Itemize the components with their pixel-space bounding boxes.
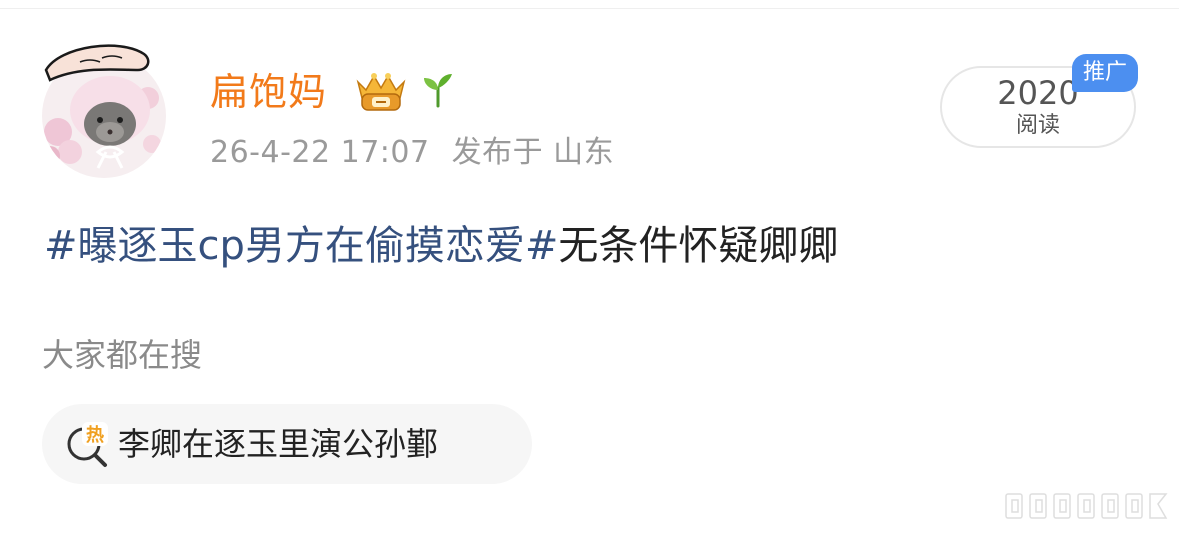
search-suggestion-label: 李卿在逐玉里演公孙鄞 — [118, 425, 439, 463]
hot-search-icon-text: 热 — [86, 424, 104, 446]
post-location: 发布于 山东 — [451, 135, 615, 170]
post-content: #曝逐玉cp男方在偷摸恋爱#无条件怀疑卿卿 — [44, 220, 838, 272]
author-avatar[interactable] — [40, 40, 168, 180]
search-suggestion-chip[interactable]: 热 李卿在逐玉里演公孙鄞 — [42, 404, 532, 484]
topic-link[interactable]: #曝逐玉cp男方在偷摸恋爱# — [44, 223, 558, 269]
post-timestamp: 26-4-22 17:07 — [210, 135, 430, 170]
read-label: 阅读 — [1015, 113, 1060, 138]
sprout-icon — [424, 74, 452, 108]
post-meta: 26-4-22 17:07 发布于 山东 — [210, 133, 614, 173]
search-section-heading: 大家都在搜 — [42, 336, 203, 374]
post-body: 无条件怀疑卿卿 — [558, 223, 839, 269]
top-divider — [0, 8, 1179, 9]
hot-search-icon: 热 — [67, 422, 108, 467]
vip-crown-badge-icon[interactable] — [352, 68, 410, 114]
author-name[interactable]: 扁饱妈 — [210, 70, 327, 114]
watermark-logo — [1005, 493, 1168, 519]
promo-badge[interactable]: 推广 — [1072, 54, 1138, 92]
